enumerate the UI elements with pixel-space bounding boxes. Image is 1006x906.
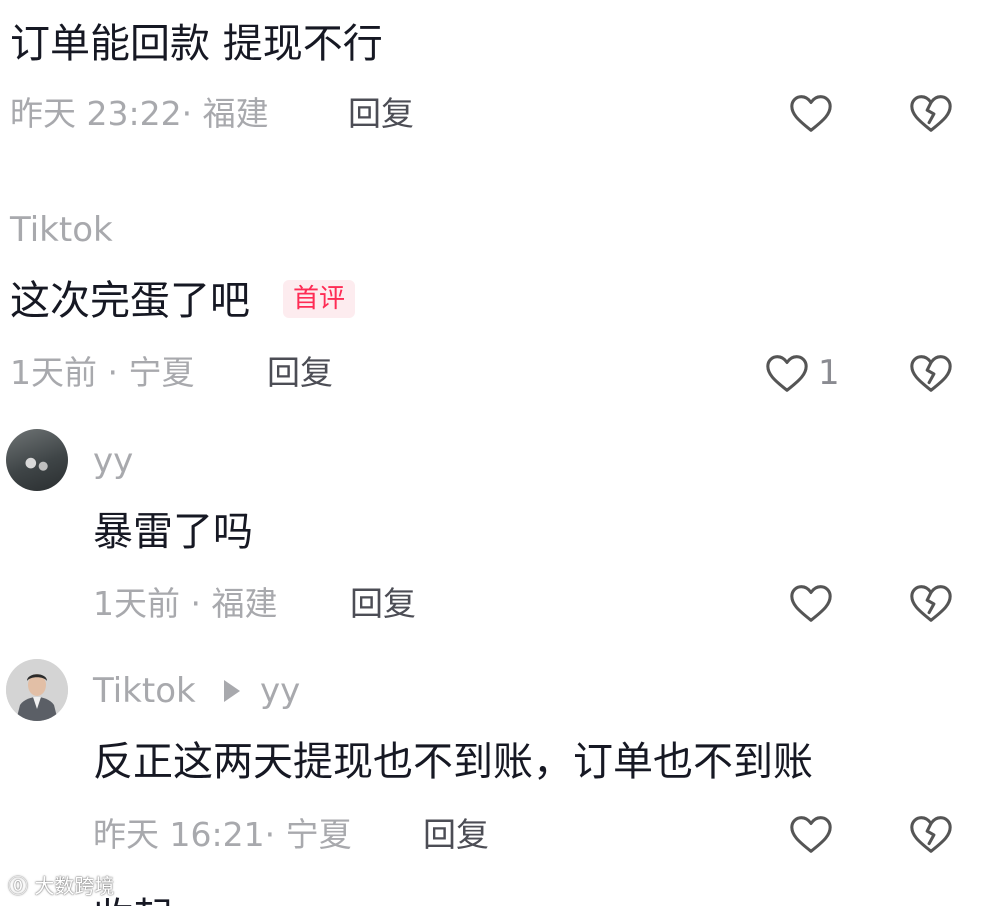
broken-heart-icon[interactable] (908, 811, 954, 857)
avatar[interactable] (6, 659, 68, 721)
comment-time-location: 1天前 · 宁夏 (10, 353, 195, 392)
comment-username[interactable]: yy (93, 441, 133, 481)
reply-button[interactable]: 回复 (350, 584, 416, 624)
comment-content: 这次完蛋了吧 (10, 278, 250, 324)
reply-to-username[interactable]: yy (260, 671, 300, 711)
watermark-text: 大数跨境 (34, 874, 115, 898)
reply-button[interactable]: 回复 (267, 353, 333, 393)
comment-time-location: 昨天 23:22· 福建 (10, 94, 269, 133)
comment-content: 订单能回款 提现不行 (10, 21, 383, 67)
first-comment-badge: 首评 (283, 280, 356, 318)
comment-content: 反正这两天提现也不到账，订单也不到账 (93, 739, 813, 785)
like-count: 1 (818, 353, 840, 393)
heart-icon[interactable] (788, 811, 834, 857)
watermark-logo-icon: ⓪ (8, 874, 28, 898)
comment-content: 暴雷了吗 (93, 509, 253, 555)
heart-icon[interactable] (788, 90, 834, 136)
watermark: ⓪ 大数跨境 (8, 874, 114, 898)
comment-username[interactable]: Tiktok (93, 671, 196, 711)
broken-heart-icon[interactable] (908, 90, 954, 136)
avatar[interactable] (6, 429, 68, 491)
comment-time-location: 昨天 16:21· 宁夏 (93, 815, 352, 854)
comment-time-location: 1天前 · 福建 (93, 584, 278, 623)
heart-icon[interactable] (764, 350, 810, 396)
reply-button[interactable]: 回复 (423, 815, 489, 855)
broken-heart-icon[interactable] (908, 350, 954, 396)
triangle-right-icon (224, 680, 240, 702)
reply-button[interactable]: 回复 (348, 94, 414, 134)
heart-icon[interactable] (788, 580, 834, 626)
comment-username[interactable]: Tiktok (10, 210, 113, 250)
broken-heart-icon[interactable] (908, 580, 954, 626)
